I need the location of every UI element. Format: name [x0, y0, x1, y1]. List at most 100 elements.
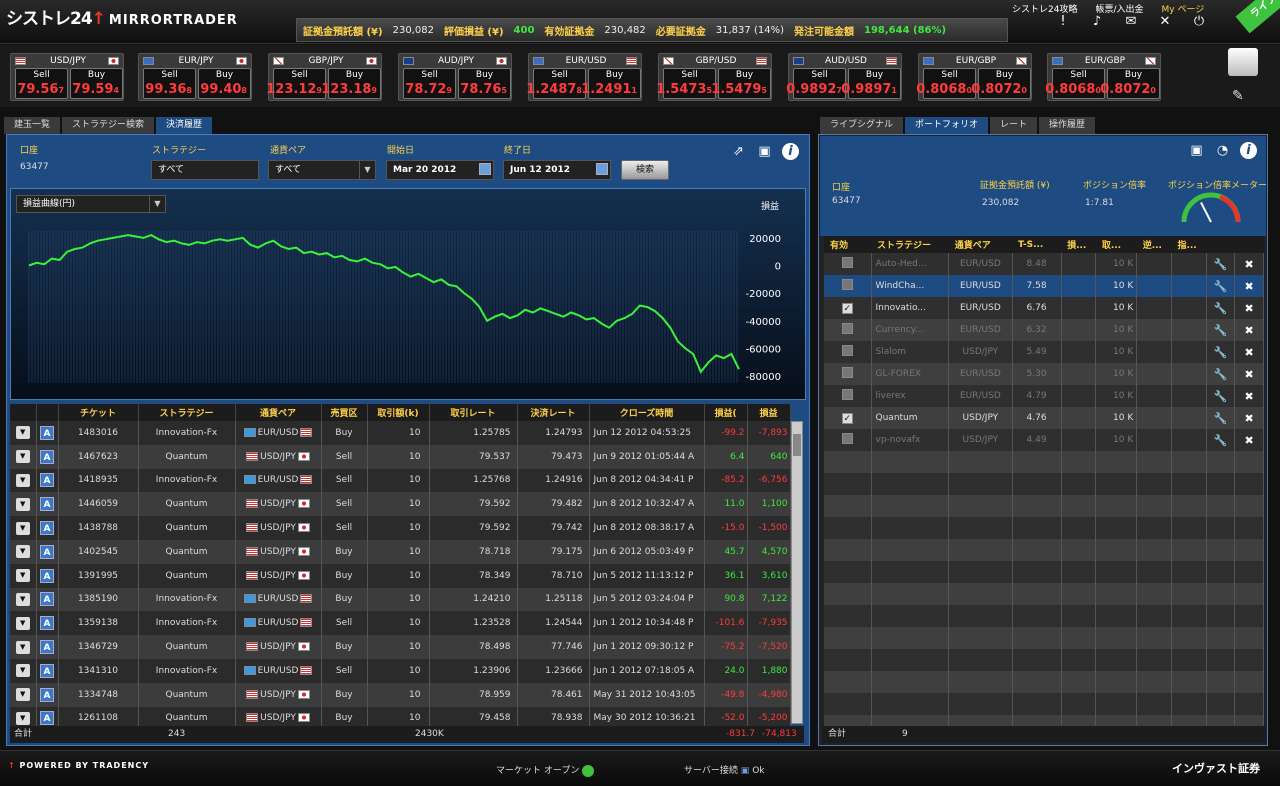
search-button[interactable]: 検索	[621, 160, 669, 180]
sell-button[interactable]: Sell 78.729	[403, 68, 456, 99]
expand-icon[interactable]: ▼	[15, 664, 30, 678]
analysis-icon[interactable]: A	[40, 616, 54, 631]
buy-button[interactable]: Buy 0.98971	[841, 68, 901, 99]
analysis-icon[interactable]: A	[40, 568, 54, 583]
strategy-row[interactable]: GL-FOREX EUR/USD 5.30 10 K 🔧 ✖	[824, 363, 1264, 385]
expand-icon[interactable]: ▼	[15, 545, 30, 559]
column-header[interactable]: T-S...	[1012, 236, 1062, 253]
analysis-icon[interactable]: A	[40, 663, 54, 678]
pie-chart-icon[interactable]: ◔	[1214, 142, 1231, 159]
tab-live-signal[interactable]: ライブシグナル	[820, 117, 904, 134]
active-checkbox[interactable]	[841, 433, 853, 444]
strategy-row[interactable]: vp-novafx USD/JPY 4.49 10 K 🔧 ✖	[824, 429, 1264, 451]
chat-icon[interactable]: ✉	[1124, 14, 1138, 32]
active-checkbox[interactable]	[841, 279, 853, 290]
wrench-icon[interactable]: 🔧	[1214, 302, 1228, 315]
close-icon[interactable]: ✖	[1245, 324, 1254, 337]
expand-icon[interactable]: ▼	[15, 450, 30, 464]
buy-button[interactable]: Buy 1.24911	[581, 68, 641, 99]
close-icon[interactable]: ✖	[1245, 412, 1254, 425]
close-icon[interactable]: ✖	[1245, 280, 1254, 293]
sell-button[interactable]: Sell 1.24878	[526, 68, 586, 99]
column-header[interactable]: 通貨ペア	[235, 404, 322, 421]
active-checkbox[interactable]	[841, 345, 853, 356]
strategy-input[interactable]: すべて	[151, 160, 259, 180]
active-checkbox[interactable]: ✓	[841, 302, 853, 314]
close-icon[interactable]: ✖	[1245, 368, 1254, 381]
sell-button[interactable]: Sell 99.368	[143, 68, 196, 99]
column-header[interactable]: 損...	[1061, 236, 1096, 253]
table-row[interactable]: ▼ A 1438788 Quantum USD/JPY Sell 10 79.592 79.74…	[10, 516, 791, 540]
expand-icon[interactable]: ▼	[15, 426, 30, 440]
strategy-row[interactable]: WindCha... EUR/USD 7.58 10 K 🔧 ✖	[824, 275, 1264, 297]
analysis-icon[interactable]: A	[40, 640, 54, 655]
wrench-icon[interactable]: 🔧	[1214, 368, 1228, 381]
active-checkbox[interactable]: ✓	[841, 412, 853, 424]
sell-button[interactable]: Sell 0.80680	[916, 68, 976, 99]
chevron-down-icon[interactable]: ▼	[359, 161, 375, 179]
table-row[interactable]: ▼ A 1334748 Quantum USD/JPY Buy 10 78.959 78.461…	[10, 682, 791, 707]
column-header[interactable]: 損益	[747, 404, 791, 421]
table-row[interactable]: ▼ A 1467623 Quantum USD/JPY Sell 10 79.537 79.47…	[10, 444, 791, 469]
strategy-row[interactable]: Currency... EUR/USD 6.32 10 K 🔧 ✖	[824, 319, 1264, 341]
close-icon[interactable]: ✖	[1245, 302, 1254, 315]
active-checkbox[interactable]	[841, 323, 853, 334]
table-row[interactable]: ▼ A 1359138 Innovation-Fx EUR/USD Sell 10 1.235…	[10, 611, 791, 636]
strategy-row[interactable]: ✓ Innovatio... EUR/USD 6.76 10 K 🔧 ✖	[824, 297, 1264, 319]
strategy-row[interactable]: ✓ Quantum USD/JPY 4.76 10 K 🔧 ✖	[824, 407, 1264, 429]
column-header[interactable]: 逆...	[1136, 236, 1172, 253]
tab-positions[interactable]: 建玉一覧	[4, 117, 61, 134]
scroll-thumb[interactable]	[793, 434, 801, 456]
table-row[interactable]: ▼ A 1346729 Quantum USD/JPY Buy 10 78.498 77.746…	[10, 635, 791, 659]
alert-icon[interactable]: !	[1056, 14, 1070, 32]
analysis-icon[interactable]: A	[40, 592, 54, 607]
sell-button[interactable]: Sell 1.54735	[656, 68, 716, 99]
expand-icon[interactable]: ▼	[15, 592, 30, 606]
expand-icon[interactable]: ▼	[15, 688, 30, 702]
export-icon[interactable]: ⇗	[730, 143, 747, 160]
column-header[interactable]: ストラテジー	[871, 236, 949, 253]
buy-button[interactable]: Buy 79.594	[70, 68, 123, 99]
strategy-row[interactable]: Auto-Hed... EUR/USD 8.48 10 K 🔧 ✖	[824, 253, 1264, 275]
wrench-icon[interactable]: 🔧	[1214, 434, 1228, 447]
column-header[interactable]: 有効	[824, 236, 872, 253]
expand-icon[interactable]: ▼	[15, 521, 30, 535]
analysis-icon[interactable]: A	[40, 425, 54, 440]
close-icon[interactable]: ✖	[1245, 434, 1254, 447]
expand-icon[interactable]: ▼	[15, 616, 30, 630]
calendar-icon[interactable]	[479, 163, 491, 175]
column-header[interactable]: 取引額(k)	[367, 404, 430, 421]
strategy-row[interactable]: liverex EUR/USD 4.79 10 K 🔧 ✖	[824, 385, 1264, 407]
wrench-icon[interactable]: 🔧	[1214, 346, 1228, 359]
expand-icon[interactable]: ▼	[15, 497, 30, 511]
close-icon[interactable]: ✖	[1245, 258, 1254, 271]
tools-icon[interactable]: ✕	[1158, 14, 1172, 32]
info-icon[interactable]: i	[1240, 142, 1257, 159]
panel-toggle-button[interactable]	[1228, 48, 1258, 76]
sell-button[interactable]: Sell 0.98927	[786, 68, 846, 99]
sell-button[interactable]: Sell 0.80680	[1045, 68, 1105, 99]
save-icon[interactable]: ▣	[1188, 142, 1205, 159]
active-checkbox[interactable]	[841, 389, 853, 400]
table-row[interactable]: ▼ A 1418935 Innovation-Fx EUR/USD Sell 10 1.257…	[10, 468, 791, 493]
wrench-icon[interactable]: 🔧	[1214, 280, 1228, 293]
analysis-icon[interactable]: A	[40, 449, 54, 464]
buy-button[interactable]: Buy 99.408	[198, 68, 251, 99]
column-header[interactable]	[10, 404, 37, 421]
tab-history[interactable]: 決済履歴	[156, 117, 213, 134]
analysis-icon[interactable]: A	[40, 544, 54, 559]
column-header[interactable]: 取...	[1095, 236, 1137, 253]
sell-button[interactable]: Sell 123.129	[266, 68, 326, 99]
table-row[interactable]: ▼ A 1341310 Innovation-Fx EUR/USD Sell 10 1.239…	[10, 658, 791, 683]
column-header[interactable]	[36, 404, 59, 421]
column-header[interactable]: 損益(	[704, 404, 748, 421]
table-row[interactable]: ▼ A 1391995 Quantum USD/JPY Buy 10 78.349 78.710…	[10, 563, 791, 588]
wrench-icon[interactable]: 🔧	[1214, 390, 1228, 403]
column-header[interactable]: 取引レート	[429, 404, 518, 421]
table-row[interactable]: ▼ A 1446059 Quantum USD/JPY Sell 10 79.592 79.48…	[10, 492, 791, 517]
start-date-input[interactable]: Mar 20 2012	[386, 160, 494, 180]
wrench-icon[interactable]: 🔧	[1214, 324, 1228, 337]
buy-button[interactable]: Buy 123.189	[321, 68, 381, 99]
edit-icon[interactable]: ✎	[1232, 88, 1254, 106]
analysis-icon[interactable]: A	[40, 521, 54, 536]
